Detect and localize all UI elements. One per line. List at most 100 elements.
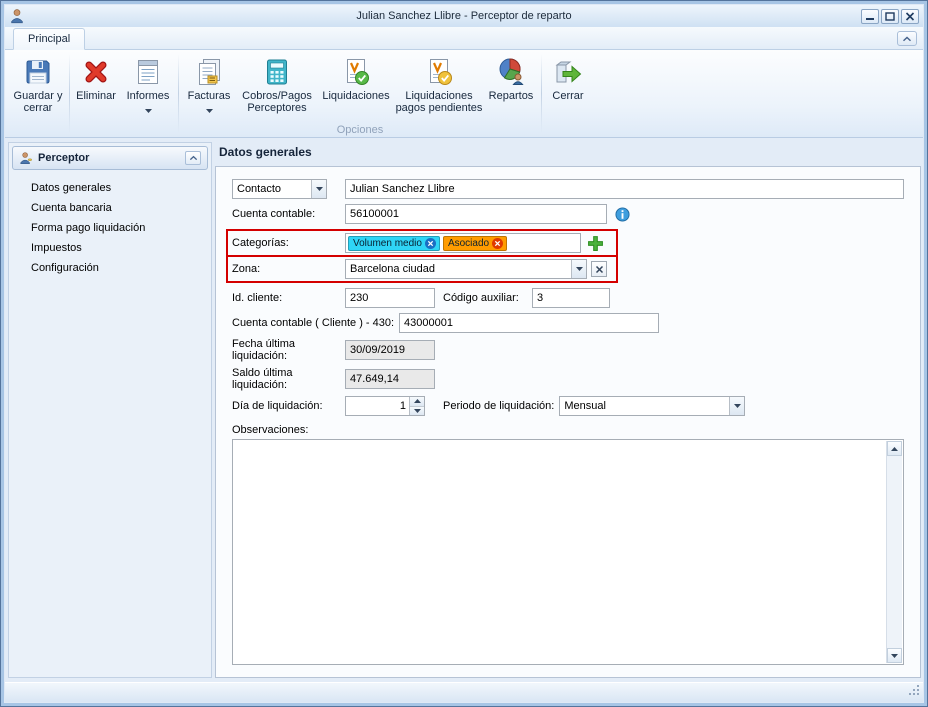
sidebar-nav: Datos generales Cuenta bancaria Forma pa… [9,178,211,278]
dropdown-arrow-icon [145,104,152,116]
delete-icon [80,56,112,88]
app-window: Julian Sanchez Llibre - Perceptor de rep… [0,0,928,707]
ribbon-collapse-button[interactable] [897,31,917,46]
ribbon-separator [178,54,179,133]
categorias-field[interactable]: Volumen medio Asociado [345,233,581,253]
button-label: Liquidaciones pagos pendientes [395,90,483,114]
sidebar-item-impuestos[interactable]: Impuestos [9,238,211,258]
tab-principal[interactable]: Principal [13,28,85,50]
observaciones-textarea[interactable] [233,440,903,664]
id-cliente-label: Id. cliente: [232,292,345,304]
maximize-icon [885,12,895,21]
button-label: Liquidaciones [322,90,389,102]
ribbon-separator [69,54,70,133]
tag-asociado: Asociado [443,236,507,251]
sidebar-collapse-button[interactable] [185,151,201,165]
tag-label: Volumen medio [353,238,422,249]
form-row-dia-periodo: Día de liquidación: Periodo de liquidaci… [232,396,904,416]
settlements-check-icon [340,56,372,88]
cuenta-contable-cliente-field[interactable] [399,313,659,333]
main-content: Datos generales Contacto [215,138,921,678]
scroll-up-icon[interactable] [887,441,902,456]
form-row-saldo-ultima: Saldo última liquidación: [232,367,904,391]
sidebar-item-cuenta-bancaria[interactable]: Cuenta bancaria [9,198,211,218]
tag-volumen-medio: Volumen medio [348,236,440,251]
informes-button[interactable]: Informes [120,52,176,124]
fecha-ultima-label: Fecha última liquidación: [232,338,345,362]
perceptor-header[interactable]: Perceptor [12,146,208,170]
cerrar-button[interactable]: Cerrar [544,52,592,124]
chevron-down-icon[interactable] [571,260,586,278]
liquidaciones-button[interactable]: Liquidaciones [317,52,395,124]
guardar-y-cerrar-button[interactable]: Guardar y cerrar [9,52,67,124]
sidebar-item-configuracion[interactable]: Configuración [9,258,211,278]
close-icon [905,12,915,21]
dia-liquidacion-stepper[interactable] [345,396,425,416]
cobros-pagos-perceptores-button[interactable]: Cobros/Pagos Perceptores [237,52,317,124]
scroll-down-icon[interactable] [887,648,902,663]
minimize-button[interactable] [861,9,879,24]
remove-tag-icon[interactable] [492,238,503,249]
form-row-cuenta-contable: Cuenta contable: [232,204,904,224]
minimize-icon [865,12,875,21]
remove-tag-icon[interactable] [425,238,436,249]
periodo-liquidacion-label: Periodo de liquidación: [443,400,554,412]
vertical-scrollbar[interactable] [886,441,902,663]
spin-up-icon[interactable] [410,397,424,407]
cuenta-contable-field[interactable] [345,204,607,224]
calculator-icon [261,56,293,88]
observaciones-box [232,439,904,665]
id-cliente-field[interactable] [345,288,435,308]
zona-combo[interactable]: Barcelona ciudad [345,259,587,279]
dia-liquidacion-input[interactable] [346,397,409,415]
facturas-button[interactable]: Facturas [181,52,237,124]
liquidaciones-pagos-pendientes-button[interactable]: Liquidaciones pagos pendientes [395,52,483,124]
ribbon-separator [541,54,542,133]
sidebar-panel: Perceptor Datos generales Cuenta bancari… [8,142,212,678]
close-button[interactable] [901,9,919,24]
sidebar-title: Perceptor [38,152,180,164]
maximize-button[interactable] [881,9,899,24]
zona-value: Barcelona ciudad [346,260,571,278]
contacto-selector[interactable]: Contacto [232,179,327,199]
datos-generales-panel: Contacto Cuenta contable: [215,166,921,678]
spin-down-icon[interactable] [410,407,424,416]
page-title: Datos generales [215,138,921,164]
saldo-ultima-field [345,369,435,389]
clear-zona-button[interactable] [591,261,607,277]
chevron-down-icon[interactable] [311,180,326,198]
button-label: Cobros/Pagos Perceptores [237,90,317,114]
ribbon-toolbar: Guardar y cerrar Eliminar Informes [5,50,923,138]
body-area: Perceptor Datos generales Cuenta bancari… [5,138,923,682]
reports-icon [132,56,164,88]
periodo-liquidacion-value: Mensual [560,397,729,415]
codigo-auxiliar-field[interactable] [532,288,610,308]
periodo-liquidacion-combo[interactable]: Mensual [559,396,745,416]
form-row-cuenta-contable-cliente: Cuenta contable ( Cliente ) - 430: [232,313,904,333]
add-category-button[interactable] [587,235,604,252]
window-controls [861,9,919,24]
window-title: Julian Sanchez Llibre - Perceptor de rep… [5,10,923,22]
sidebar-item-forma-pago-liquidacion[interactable]: Forma pago liquidación [9,218,211,238]
zona-label: Zona: [232,263,345,275]
saldo-ultima-label: Saldo última liquidación: [232,367,345,391]
status-bar [5,682,923,702]
ribbon-tab-strip: Principal [5,27,923,50]
contacto-selector-value: Contacto [233,180,311,198]
info-icon[interactable] [615,207,630,222]
eliminar-button[interactable]: Eliminar [72,52,120,124]
cuenta-contable-label: Cuenta contable: [232,208,345,220]
dia-liquidacion-label: Día de liquidación: [232,400,345,412]
codigo-auxiliar-label: Código auxiliar: [443,292,527,304]
chevron-up-icon [189,155,198,161]
contacto-value-field[interactable] [345,179,904,199]
button-label: Cerrar [552,90,583,102]
x-icon [595,265,604,274]
tag-label: Asociado [448,238,489,249]
chevron-down-icon[interactable] [729,397,744,415]
resize-grip[interactable] [908,684,921,700]
cuenta-contable-cliente-label: Cuenta contable ( Cliente ) - 430: [232,317,394,329]
sidebar-item-datos-generales[interactable]: Datos generales [9,178,211,198]
form-row-id-cliente: Id. cliente: Código auxiliar: [232,288,904,308]
repartos-button[interactable]: Repartos [483,52,539,124]
